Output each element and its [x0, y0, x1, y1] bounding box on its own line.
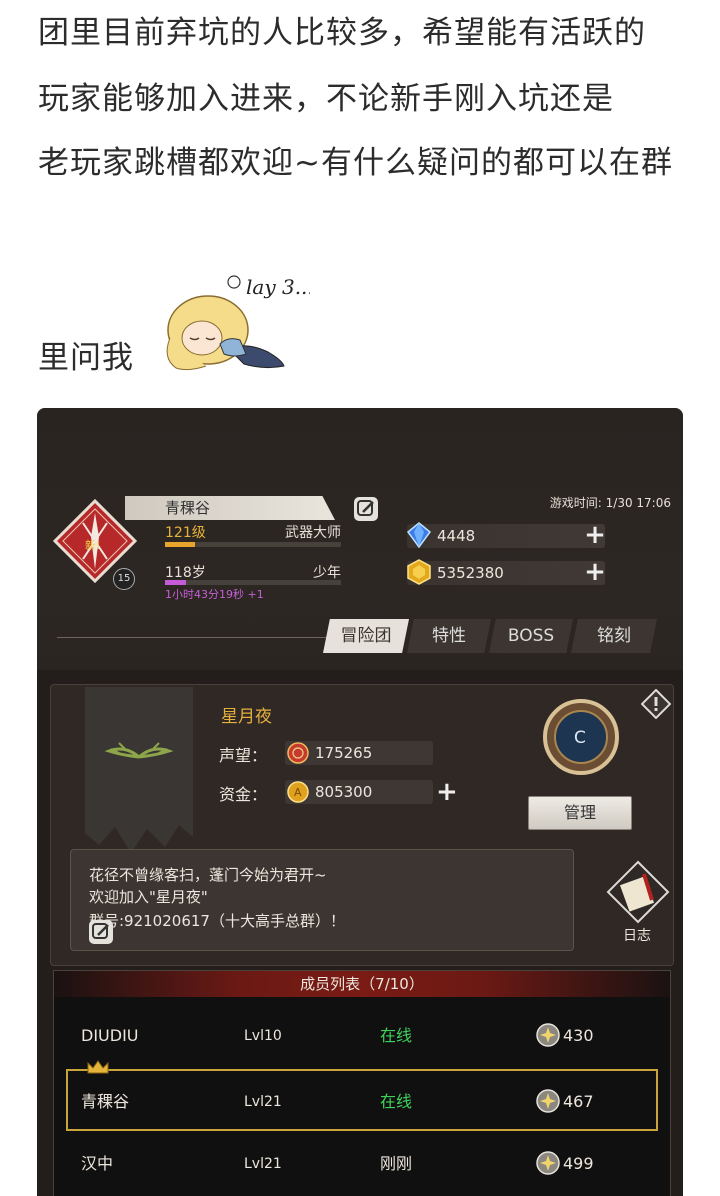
add-gold-button[interactable]: +	[583, 559, 607, 585]
manage-button[interactable]: 管理	[528, 796, 632, 830]
member-name: 汉中	[81, 1154, 114, 1173]
svg-text:C: C	[574, 728, 586, 748]
player-age: 118岁	[165, 565, 206, 581]
guild-name: 星月夜	[221, 707, 272, 727]
game-time: 游戏时间: 1/30 17:06	[549, 496, 671, 510]
gold-resource: 5352380 +	[407, 559, 607, 585]
member-list-header: 成员列表（7/10）	[54, 971, 670, 997]
gold-count: 5352380	[437, 564, 504, 582]
player-level: 121级	[165, 525, 206, 541]
reputation-icon	[287, 742, 309, 764]
tab-traits[interactable]: 特性	[407, 619, 491, 653]
emblem-level-badge: 15	[113, 568, 135, 590]
edit-notice-button[interactable]	[89, 920, 113, 944]
diamond-icon	[406, 522, 432, 549]
article-line-4: 里问我	[38, 340, 134, 376]
member-status: 刚刚	[380, 1154, 413, 1173]
game-screen: 新! 15 青稞谷 121级 武器大师 118岁 少年 1小时43分19秒 +1…	[37, 408, 683, 1196]
guild-crest-icon[interactable]: C	[541, 697, 621, 777]
age-timer: 1小时43分19秒 +1	[165, 588, 264, 601]
power-badge-icon	[536, 1089, 560, 1113]
tab-bar: 冒险团 特性 BOSS 铭刻	[323, 619, 659, 655]
notice-line-3: 群号:921020617（十大高手总群）！	[89, 912, 345, 930]
member-status: 在线	[380, 1026, 413, 1045]
log-scroll-icon[interactable]	[606, 860, 670, 924]
sleeping-chibi-sticker: lay 3...	[150, 268, 314, 378]
add-funds-button[interactable]: +	[436, 779, 458, 805]
notice-line-1: 花径不曾缘客扫，蓬门今始为君开~	[89, 866, 327, 884]
member-level: Lvl21	[244, 1094, 282, 1110]
member-name: 青稞谷	[81, 1092, 130, 1111]
member-row-self[interactable]: 青稞谷 Lvl21 在线 467	[66, 1060, 658, 1131]
member-row[interactable]: 汉中 Lvl21 刚刚 499	[54, 1133, 670, 1195]
player-header: 新! 15 青稞谷 121级 武器大师 118岁 少年 1小时43分19秒 +1…	[37, 408, 683, 670]
reputation-label: 声望：	[219, 746, 268, 765]
member-list: 成员列表（7/10） DIUDIU Lvl10 在线 430 青稞谷 Lvl21…	[53, 970, 671, 1196]
level-progress-bar	[165, 542, 341, 547]
player-age-stage: 少年	[313, 565, 341, 581]
divider	[57, 637, 357, 638]
funds-label: 资金：	[219, 785, 268, 804]
funds-value: 805300	[315, 783, 373, 801]
svg-text:新!: 新!	[85, 538, 100, 552]
pencil-icon	[92, 923, 109, 939]
add-diamonds-button[interactable]: +	[583, 522, 607, 548]
article-line-1: 团里目前弃坑的人比较多，希望能有活跃的	[38, 15, 646, 51]
guild-panel: 星月夜 声望： 175265 资金： A 805300 + C 管理 花径不曾缘…	[50, 684, 674, 966]
power-badge-icon	[536, 1151, 560, 1175]
tab-guild[interactable]: 冒险团	[323, 619, 409, 653]
tab-inscription[interactable]: 铭刻	[571, 619, 657, 653]
player-title: 武器大师	[285, 525, 341, 541]
gold-icon	[407, 559, 431, 585]
reputation-field: 175265	[285, 741, 433, 765]
guild-notice: 花径不曾缘客扫，蓬门今始为君开~ 欢迎加入"星月夜" 群号:921020617（…	[70, 849, 574, 951]
guild-banner-icon	[85, 687, 193, 853]
log-label: 日志	[623, 928, 651, 944]
edit-name-button[interactable]	[354, 497, 378, 521]
age-progress-bar	[165, 580, 341, 585]
article-line-3: 老玩家跳槽都欢迎~有什么疑问的都可以在群	[38, 145, 673, 181]
notice-line-2: 欢迎加入"星月夜"	[89, 888, 208, 906]
svg-text:A: A	[294, 786, 302, 799]
member-status: 在线	[380, 1092, 413, 1111]
funds-field: A 805300	[285, 780, 433, 804]
article-line-2: 玩家能够加入进来，不论新手刚入坑还是	[38, 81, 614, 117]
reputation-value: 175265	[315, 744, 373, 762]
member-name: DIUDIU	[81, 1026, 139, 1045]
tab-boss[interactable]: BOSS	[489, 619, 573, 653]
diamond-resource: 4448 +	[406, 522, 607, 549]
pencil-icon	[357, 500, 374, 516]
info-icon[interactable]	[641, 689, 671, 719]
coin-icon: A	[287, 781, 309, 803]
member-level: Lvl10	[244, 1028, 282, 1044]
member-row[interactable]: DIUDIU Lvl10 在线 430	[54, 1005, 670, 1067]
member-level: Lvl21	[244, 1156, 282, 1172]
svg-text:lay 3...: lay 3...	[246, 275, 310, 299]
player-name: 青稞谷	[125, 496, 335, 520]
diamond-count: 4448	[437, 527, 476, 545]
power-badge-icon	[536, 1023, 560, 1047]
